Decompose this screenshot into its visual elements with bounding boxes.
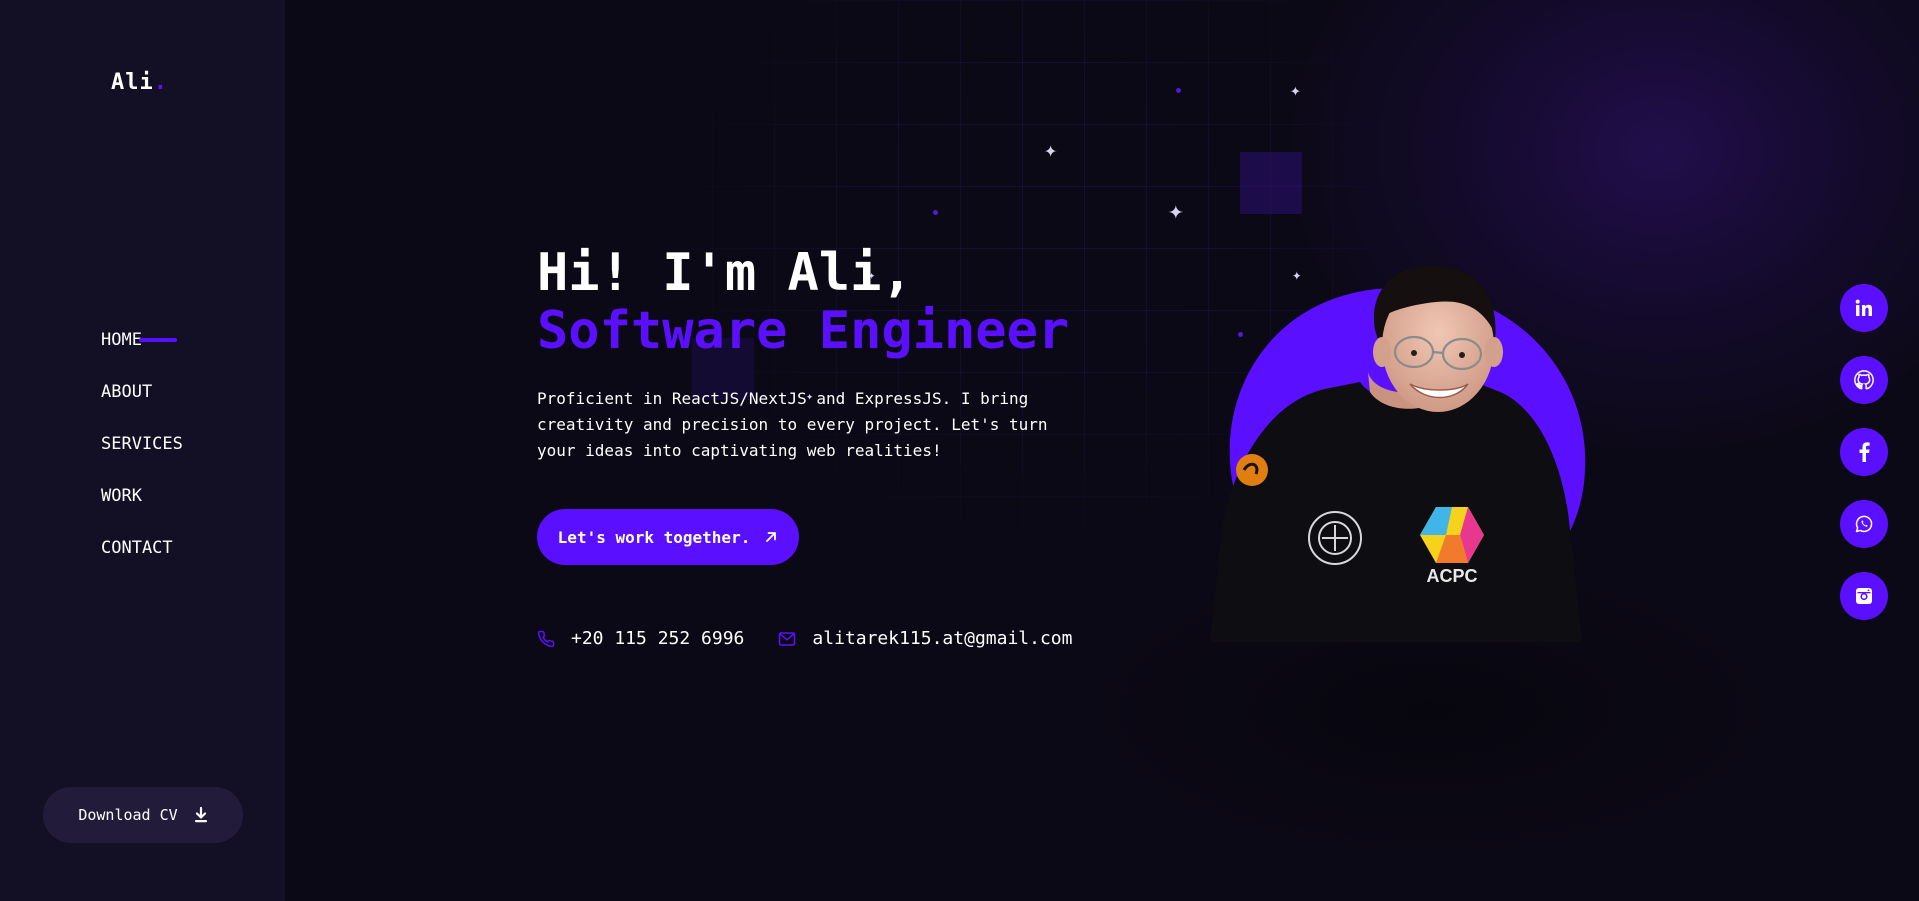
sparkle-icon: ✦ — [1168, 196, 1184, 226]
hero-description: Proficient in ReactJS/NextJS and Express… — [537, 389, 1048, 460]
nav-item-label: SERVICES — [101, 434, 183, 454]
phone-number: +20 115 252 6996 — [571, 628, 745, 649]
download-cv-button[interactable]: Download CV — [43, 787, 243, 843]
sparkle-icon: ✦ — [1290, 80, 1301, 101]
cta-label: Let's work together. — [557, 527, 751, 547]
nav-item-label: HOME — [101, 330, 142, 350]
work-together-button[interactable]: Let's work together. — [537, 509, 799, 565]
nav-item-about[interactable]: ABOUT — [101, 375, 183, 427]
github-button[interactable] — [1840, 356, 1888, 404]
hero-title: Hi! I'm Ali, Software Engineer — [537, 244, 1069, 360]
phone-icon — [537, 630, 555, 647]
logo[interactable]: Ali. — [111, 70, 168, 95]
download-icon — [194, 807, 207, 823]
contact-info: +20 115 252 6996 alitarek115.at@gmail.co… — [537, 628, 1072, 649]
profile-photo: ACPC — [1210, 265, 1586, 642]
grid-dot — [1176, 88, 1181, 93]
linkedin-button[interactable] — [1840, 284, 1888, 332]
sleeve-logo — [1236, 454, 1268, 486]
mail-icon — [779, 631, 796, 646]
nav-item-label: ABOUT — [101, 382, 153, 402]
active-indicator — [139, 338, 177, 342]
download-cv-label: Download CV — [78, 806, 178, 824]
whatsapp-icon — [1855, 515, 1873, 533]
svg-text:ACPC: ACPC — [1426, 566, 1477, 586]
grid-highlight-cell — [1240, 152, 1302, 214]
hero-greeting: Hi! I'm Ali, — [537, 243, 913, 303]
main-nav: HOME ABOUT SERVICES WORK CONTACT — [101, 323, 183, 583]
email-contact[interactable]: alitarek115.at@gmail.com — [778, 628, 1072, 649]
arrow-up-right-icon — [766, 532, 777, 542]
sidebar: Ali. HOME ABOUT SERVICES WORK CONTACT Do… — [0, 0, 285, 901]
logo-text: Ali — [111, 70, 154, 95]
hero-role: Software Engineer — [537, 301, 1070, 361]
instagram-icon — [1856, 588, 1872, 604]
sparkle-icon: ✦ — [1044, 138, 1058, 163]
email-address: alitarek115.at@gmail.com — [812, 628, 1073, 649]
facebook-button[interactable] — [1840, 428, 1888, 476]
grid-dot — [933, 210, 938, 215]
facebook-icon — [1859, 442, 1870, 462]
acpc-badge: ACPC — [1420, 507, 1484, 586]
nav-item-services[interactable]: SERVICES — [101, 427, 183, 479]
nav-item-label: CONTACT — [101, 538, 173, 558]
github-icon — [1854, 370, 1874, 390]
whatsapp-button[interactable] — [1840, 500, 1888, 548]
nav-item-label: WORK — [101, 486, 142, 506]
nav-item-home[interactable]: HOME — [101, 323, 183, 375]
nav-item-contact[interactable]: CONTACT — [101, 531, 183, 583]
linkedin-icon — [1855, 299, 1872, 316]
phone-contact[interactable]: +20 115 252 6996 — [537, 628, 744, 649]
instagram-button[interactable] — [1840, 572, 1888, 620]
nav-item-work[interactable]: WORK — [101, 479, 183, 531]
logo-dot: . — [153, 70, 168, 95]
social-links — [1840, 284, 1888, 644]
portfolio-page: ✦ ✦ ✦ ✦ ✦ ✦ Ali. HOME ABOUT SERVICES WOR… — [0, 0, 1919, 901]
